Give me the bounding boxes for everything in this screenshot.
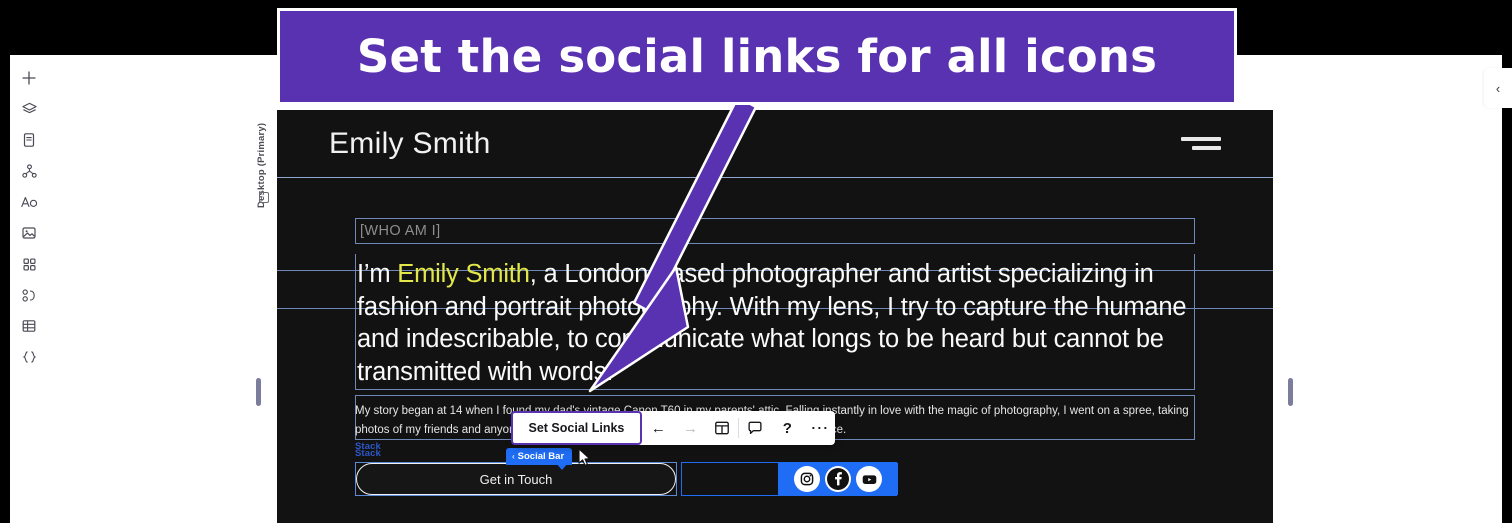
screenshot-root: Desktop (Primary) ‹ Emily Smith [WHO AM … bbox=[0, 0, 1512, 523]
sidebar-item-text-styles[interactable] bbox=[14, 189, 44, 215]
sitemap-icon bbox=[21, 163, 38, 180]
instagram-icon[interactable] bbox=[794, 466, 820, 492]
social-bar-badge-label: Social Bar bbox=[517, 451, 565, 462]
social-bar[interactable] bbox=[778, 463, 898, 495]
layout-icon[interactable] bbox=[706, 411, 738, 445]
callout-banner: Set the social links for all icons bbox=[277, 8, 1237, 105]
site-title[interactable]: Emily Smith bbox=[329, 127, 491, 161]
editor-sidebar-rail[interactable] bbox=[10, 55, 48, 523]
section-label: [WHO AM I] bbox=[360, 223, 441, 239]
monitor-icon bbox=[259, 192, 269, 203]
facebook-icon[interactable] bbox=[825, 466, 851, 492]
youtube-icon[interactable] bbox=[856, 466, 882, 492]
social-bar-badge-pointer bbox=[556, 463, 568, 470]
lead-before: I’m bbox=[357, 260, 398, 288]
stack-tag[interactable]: Stack Stack bbox=[355, 441, 381, 459]
lead-highlight: Emily Smith bbox=[397, 260, 530, 288]
forward-arrow-icon[interactable]: → bbox=[674, 411, 706, 445]
sidebar-item-layers[interactable] bbox=[14, 96, 44, 122]
canvas-resize-handle-left[interactable] bbox=[256, 378, 261, 406]
sidebar-item-pages[interactable] bbox=[14, 127, 44, 153]
cta-button-wrapper[interactable]: Get in Touch bbox=[355, 462, 677, 496]
code-icon bbox=[21, 349, 38, 365]
hamburger-menu-icon[interactable] bbox=[1181, 135, 1221, 153]
sidebar-item-media[interactable] bbox=[14, 220, 44, 246]
set-social-links-button[interactable]: Set Social Links bbox=[510, 411, 643, 445]
chevron-left-icon: ‹ bbox=[1495, 80, 1501, 96]
callout-arrow bbox=[588, 95, 758, 393]
sidebar-item-apps[interactable] bbox=[14, 251, 44, 277]
sidebar-item-dev-mode[interactable] bbox=[14, 344, 44, 370]
layers-icon bbox=[21, 101, 38, 118]
right-panel-collapse-button[interactable]: ‹ bbox=[1484, 68, 1512, 108]
element-toolbar[interactable]: Set Social Links ← → ? ⋯ bbox=[510, 411, 836, 445]
social-bar-selection[interactable] bbox=[681, 462, 898, 496]
sidebar-item-components[interactable] bbox=[14, 282, 44, 308]
get-in-touch-button[interactable]: Get in Touch bbox=[356, 463, 676, 495]
table-icon bbox=[21, 318, 37, 334]
sidebar-item-cms[interactable] bbox=[14, 313, 44, 339]
comment-icon[interactable] bbox=[739, 411, 771, 445]
help-icon[interactable]: ? bbox=[771, 411, 803, 445]
pages-icon bbox=[21, 132, 37, 148]
sidebar-item-sitemap[interactable] bbox=[14, 158, 44, 184]
canvas-resize-handle-right[interactable] bbox=[1288, 378, 1293, 406]
apps-icon bbox=[22, 257, 37, 272]
text-style-icon bbox=[20, 194, 38, 210]
back-arrow-icon[interactable]: ← bbox=[642, 411, 674, 445]
mouse-cursor bbox=[578, 448, 592, 467]
more-options-icon[interactable]: ⋯ bbox=[803, 411, 835, 445]
callout-banner-text: Set the social links for all icons bbox=[356, 30, 1158, 83]
add-icon bbox=[21, 70, 37, 86]
components-icon bbox=[21, 288, 38, 303]
sidebar-item-add[interactable] bbox=[14, 65, 44, 91]
media-icon bbox=[21, 225, 37, 241]
chevron-left-icon: ‹ bbox=[512, 452, 515, 461]
